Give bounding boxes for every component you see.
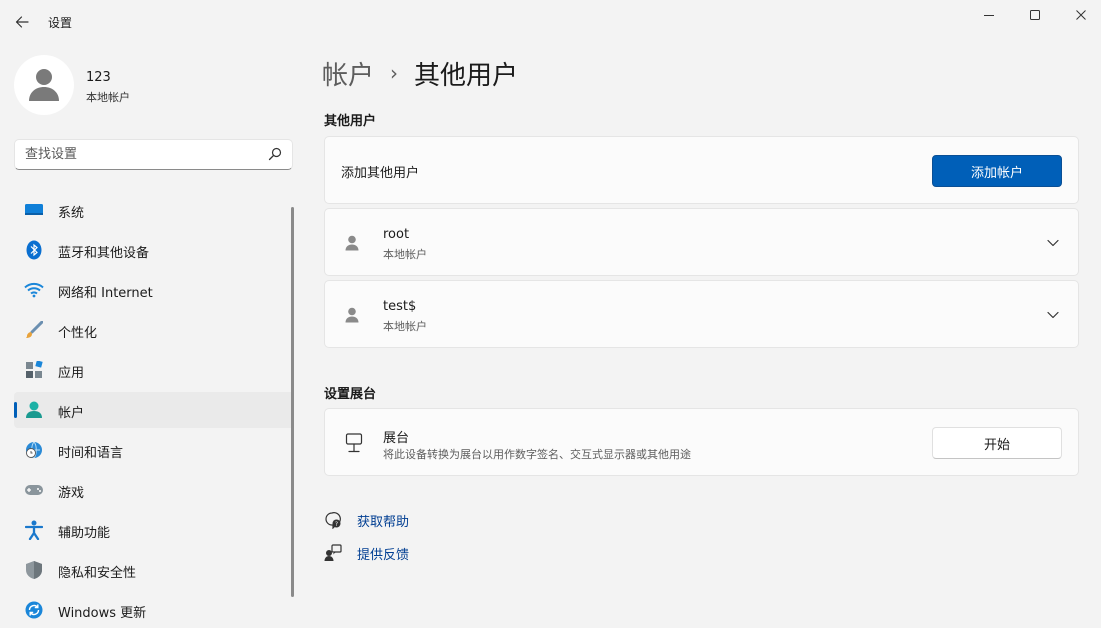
kiosk-start-button[interactable]: 开始: [932, 427, 1062, 459]
sidebar-item-label: 蓝牙和其他设备: [58, 246, 150, 261]
kiosk-card: 展台 将此设备转换为展台以用作数字签名、交互式显示器或其他用途 开始: [324, 408, 1079, 476]
sidebar-item-accounts[interactable]: 帐户: [14, 392, 294, 428]
sidebar-nav: 系统 蓝牙和其他设备 网络和 Internet 个性化 应用 帐户 时间和语言 …: [14, 192, 294, 628]
kiosk-title: 展台: [383, 431, 410, 446]
sidebar-item-label: 帐户: [58, 406, 85, 421]
add-account-button[interactable]: 添加帐户: [932, 155, 1062, 187]
sidebar-item-apps[interactable]: 应用: [14, 352, 294, 388]
update-icon: [24, 600, 44, 620]
other-users-section-title: 其他用户: [324, 114, 377, 129]
sidebar-item-personalization[interactable]: 个性化: [14, 312, 294, 348]
kiosk-description: 将此设备转换为展台以用作数字签名、交互式显示器或其他用途: [383, 448, 691, 461]
search-input[interactable]: [15, 140, 255, 169]
breadcrumb-separator: ›: [390, 61, 399, 85]
time-language-icon: [24, 440, 44, 460]
maximize-button[interactable]: [1012, 0, 1058, 30]
breadcrumb: 帐户 › 其他用户: [322, 55, 518, 91]
user-type: 本地帐户: [383, 320, 427, 333]
profile-name: 123: [86, 70, 111, 85]
back-arrow-icon: [15, 16, 29, 28]
get-help-link-row[interactable]: ? 获取帮助: [324, 510, 409, 530]
get-help-link[interactable]: 获取帮助: [357, 511, 409, 530]
accessibility-icon: [24, 520, 44, 540]
add-user-card: 添加其他用户 添加帐户: [324, 136, 1079, 204]
add-user-label: 添加其他用户: [341, 166, 420, 181]
feedback-link-row[interactable]: 提供反馈: [324, 543, 409, 563]
user-card-test[interactable]: test$ 本地帐户: [324, 280, 1079, 348]
user-avatar-icon: [29, 69, 59, 101]
sidebar-item-label: 时间和语言: [58, 446, 124, 461]
profile-type: 本地帐户: [86, 91, 130, 104]
search-box: [14, 139, 293, 170]
close-button[interactable]: [1058, 0, 1101, 30]
user-name: root: [383, 227, 410, 242]
chevron-down-icon[interactable]: [1046, 236, 1060, 250]
maximize-icon: [1030, 10, 1040, 20]
gamepad-icon: [24, 480, 44, 500]
sidebar-item-label: 辅助功能: [58, 526, 111, 541]
sidebar-item-windows-update[interactable]: Windows 更新: [14, 592, 294, 628]
avatar[interactable]: [14, 55, 74, 115]
close-icon: [1076, 10, 1086, 20]
bluetooth-icon: [24, 240, 44, 260]
title-bar: 设置: [0, 0, 1101, 44]
user-icon: [345, 235, 359, 251]
sidebar-scrollbar[interactable]: [291, 207, 294, 597]
sidebar-item-label: 游戏: [58, 486, 85, 501]
sidebar-item-privacy[interactable]: 隐私和安全性: [14, 552, 294, 588]
sidebar-item-label: 隐私和安全性: [58, 566, 137, 581]
sidebar-item-network[interactable]: 网络和 Internet: [14, 272, 294, 308]
feedback-link[interactable]: 提供反馈: [357, 544, 409, 563]
help-icon: ?: [325, 512, 341, 529]
back-button[interactable]: [8, 8, 36, 36]
chevron-down-icon[interactable]: [1046, 308, 1060, 322]
sidebar-item-system[interactable]: 系统: [14, 192, 294, 228]
search-icon[interactable]: [268, 147, 282, 161]
sidebar-item-label: 系统: [58, 206, 85, 221]
user-icon: [345, 307, 359, 323]
kiosk-icon: [345, 433, 363, 453]
sidebar-item-label: 应用: [58, 366, 85, 381]
system-icon: [24, 200, 44, 220]
app-title: 设置: [48, 16, 73, 30]
sidebar-item-gaming[interactable]: 游戏: [14, 472, 294, 508]
breadcrumb-parent[interactable]: 帐户: [322, 55, 374, 92]
svg-text:?: ?: [335, 521, 338, 528]
user-card-root[interactable]: root 本地帐户: [324, 208, 1079, 276]
user-type: 本地帐户: [383, 248, 427, 261]
minimize-icon: [984, 15, 994, 16]
wifi-icon: [24, 280, 44, 300]
page-title: 其他用户: [414, 60, 519, 91]
feedback-icon: [324, 544, 342, 561]
sidebar-item-label: 网络和 Internet: [58, 286, 153, 301]
sidebar-item-label: 个性化: [58, 326, 98, 341]
brush-icon: [24, 320, 44, 340]
kiosk-section-title: 设置展台: [324, 387, 377, 402]
minimize-button[interactable]: [966, 0, 1012, 30]
apps-icon: [24, 360, 44, 380]
account-icon: [24, 400, 44, 420]
sidebar-item-accessibility[interactable]: 辅助功能: [14, 512, 294, 548]
shield-icon: [24, 560, 44, 580]
user-name: test$: [383, 299, 417, 314]
sidebar-item-time-language[interactable]: 时间和语言: [14, 432, 294, 468]
profile: 123 本地帐户: [14, 55, 294, 115]
sidebar-item-bluetooth[interactable]: 蓝牙和其他设备: [14, 232, 294, 268]
sidebar-item-label: Windows 更新: [58, 606, 147, 621]
